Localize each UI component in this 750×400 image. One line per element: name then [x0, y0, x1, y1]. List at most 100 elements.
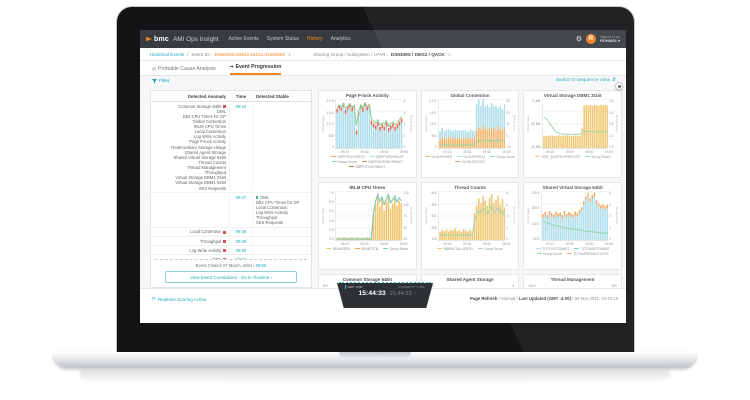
close-icon[interactable]: ✕ [288, 52, 292, 57]
laptop-base-notch [339, 352, 411, 358]
timeline-scrubber[interactable]: GMT -4:00 CURRENT TIME 15:44:33 21:44:33… [337, 283, 433, 308]
legend-item: Group Score [585, 155, 610, 159]
axis-tick: 2.5 [609, 122, 614, 126]
anomaly-row[interactable]: Local Contention09:48 [151, 228, 311, 237]
chart-card-shared-agent-storage[interactable]: Shared Agent Storage200 K8 [421, 274, 520, 288]
event-id-label: Event ID : [192, 52, 212, 57]
anomaly-item: XES Requests [153, 186, 226, 191]
legend-item: IRLMESRB [326, 247, 349, 251]
anomaly-time: 09:47 [229, 195, 253, 226]
chart-card-global-contention[interactable]: Global ContentionActual Value2.0 K1.5 K1… [421, 90, 520, 178]
legend-label: Group Score [592, 155, 611, 159]
chart-title: Page P-lock Activity [321, 93, 414, 98]
axis-tick: 50 [403, 226, 408, 230]
anomaly-row[interactable]: Common Storage 64bitDMLDb2 CPU Times for… [151, 102, 311, 193]
legend-label: DBPP.XESPMAXF [376, 155, 403, 159]
x-axis-tick: 09:20 [443, 242, 451, 246]
legend-item: Group Score [383, 247, 408, 251]
view-event-correlations-button[interactable]: View Event Correlations - Go to Timeline… [165, 271, 297, 283]
legend-item: IRLMETCB [355, 247, 378, 251]
legend-swatch [332, 161, 337, 163]
axis-tick: 6 [506, 203, 511, 207]
chart-card-thread-management[interactable]: Thread Management150 K600 [523, 274, 622, 288]
legend-swatch [567, 253, 572, 255]
col-detected-stable: Detected Stable [253, 94, 309, 99]
axis-tick: 400 [429, 203, 437, 207]
chart-card-shared-virtual-storage-64bit[interactable]: Shared Virtual Storage 64bitActual Value… [523, 182, 622, 270]
divider: | [517, 296, 518, 301]
legend-swatch [535, 156, 540, 158]
axis-tick: -10 [506, 145, 511, 149]
filter-link[interactable]: Filter [152, 79, 170, 84]
axis-tick: 125 [403, 191, 408, 195]
legend-swatch [383, 248, 388, 250]
realtime-label: Realtime Scoring Active [158, 297, 207, 302]
nav-item-system-status[interactable]: System Status [267, 36, 299, 42]
legend-label: DBPP.NOSYNCPMAXT [368, 160, 403, 164]
charts-scroll-handle-icon[interactable] [615, 82, 623, 90]
chart-card-thread-counts[interactable]: Thread CountsActual Value500400300200100… [421, 182, 520, 270]
legend-item: DBPP.SYNCPMAXT [349, 165, 386, 169]
axis-tick: 25 [403, 237, 408, 241]
axis-tick: 1.5 K [429, 111, 437, 115]
axis-tick: 50 K [531, 237, 539, 241]
axis-tick: 1.5 [609, 145, 614, 149]
legend-label: TOTFIXSTG64BIT [542, 247, 569, 251]
tab-probable-cause-analysis[interactable]: ◎Probable Cause Analysis [152, 66, 216, 75]
anomaly-row[interactable]: Log Write Activity09:50 [151, 246, 311, 255]
x-axis-tick: 09:20 [341, 150, 349, 154]
stable-item: XES Requests [256, 220, 309, 225]
axis-tick: 1.0 K [326, 122, 334, 126]
chart-card-page-p-lock-activity[interactable]: Page P-lock ActivityActual Value2.0 K1.5… [318, 90, 417, 178]
legend-item: GLSUSPMES [425, 155, 452, 159]
chart-plot [438, 191, 506, 241]
avatar[interactable]: R [586, 34, 596, 44]
charts-grid: Page P-lock ActivityActual Value2.0 K1.5… [318, 90, 622, 288]
nav-item-history[interactable]: History [307, 36, 323, 42]
axis-tick: 20 [506, 111, 511, 115]
tab-bar: ◎Probable Cause Analysis ⇝Event Progressi… [140, 61, 626, 76]
chart-plot [335, 99, 403, 149]
axis-tick: 2.0 K [326, 99, 334, 103]
axis-tick: 200 K [531, 191, 539, 195]
breadcrumb-historical-events[interactable]: Historical Events [150, 52, 184, 57]
axis-tick: 500 [429, 134, 437, 138]
axis-tick: 60 MB [531, 145, 540, 149]
event-id-value[interactable]: DSNDMS-DMS2-16151.01960000 [215, 52, 285, 57]
axis-tick: 2 [404, 134, 409, 138]
x-axis-tick: 09:50 [400, 242, 408, 246]
anomaly-alert-dot [223, 105, 226, 108]
anomaly-time: 09:50 [229, 248, 253, 253]
event-closed-text: Event Closed: 07 March, 2021 | [196, 263, 255, 268]
switch-to-sequence-view-link[interactable]: Switch to Sequence View ⇵ [556, 78, 616, 83]
legend-item: GLSUSPIRLM [457, 155, 485, 159]
chart-card-virtual-storage-dbm1-31bit[interactable]: Virtual Storage DBM1 31bitActual Value70… [523, 90, 622, 178]
realtime-scoring-status[interactable]: ⟳ Realtime Scoring Active [152, 296, 206, 302]
anomaly-row[interactable]: 09:47DMLDb2 CPU Times for GPLocal Conten… [151, 193, 311, 228]
chart-title: Virtual Storage DBM1 31bit [526, 93, 619, 98]
x-axis-tick: 09:40 [483, 150, 491, 154]
legend-label: NBRACTALLIEDTH [444, 247, 473, 251]
main-nav: Active Events System Status History Analyti… [228, 36, 350, 42]
x-axis-tick: 09:50 [605, 150, 613, 154]
legend-swatch [437, 248, 442, 250]
anomaly-row[interactable]: Throughput09:49 [151, 237, 311, 246]
anomaly-time: 09:49 [229, 239, 253, 244]
signed-in-label[interactable]: Signed in as ROHNI01 ▾ [600, 35, 620, 44]
tab-event-progression[interactable]: ⇝Event Progression [230, 64, 282, 75]
chart-card-irlm-cpu-times[interactable]: IRLM CPU TimesActual Value7 K6 K5 K4 K3 … [318, 182, 417, 270]
legend-swatch [349, 166, 354, 168]
legend-item: TOTVARSTG64BIT [574, 247, 609, 251]
filter-funnel-icon [152, 79, 157, 84]
axis-tick: 70 MB [531, 99, 540, 103]
last-updated-value: 08 Mar 2021, 15:40:19 [575, 296, 618, 301]
nav-item-analytics[interactable]: Analytics [331, 36, 351, 42]
right-axis-label: Group Score [410, 191, 414, 241]
nav-item-active-events[interactable]: Active Events [228, 36, 258, 42]
gear-icon[interactable]: ⚙ [576, 36, 582, 43]
axis-tick: 30 [506, 99, 511, 103]
last-updated-label: Last Updated (GMT -4:00) : [519, 296, 574, 301]
x-axis-tick: 09:30 [566, 242, 574, 246]
close-icon[interactable]: ✕ [448, 52, 452, 57]
axis-tick: 3 K [326, 228, 334, 232]
